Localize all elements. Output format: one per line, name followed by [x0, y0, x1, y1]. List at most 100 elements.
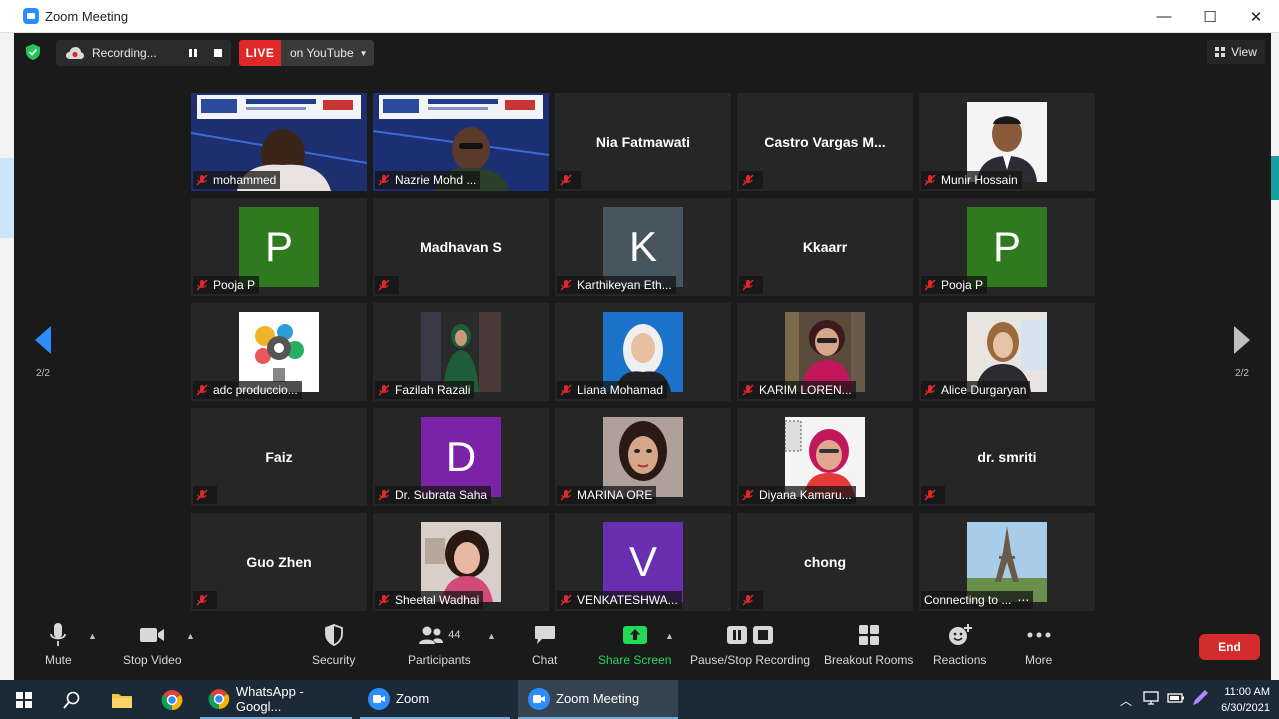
muted-mic-icon: [196, 594, 208, 606]
previous-page-button[interactable]: 2/2: [28, 302, 58, 402]
security-shield-icon[interactable]: [25, 43, 41, 61]
chat-bubble-icon: [534, 621, 556, 649]
participant-tile[interactable]: Guo Zhen: [191, 513, 367, 611]
audio-options-caret-icon[interactable]: ▲: [88, 631, 97, 641]
participant-tile[interactable]: adc produccio...: [191, 303, 367, 401]
participant-tile[interactable]: Munir Hossain: [919, 93, 1095, 191]
share-screen-button[interactable]: Share Screen: [598, 621, 671, 667]
video-options-caret-icon[interactable]: ▲: [186, 631, 195, 641]
participants-label: Participants: [408, 653, 471, 667]
search-button[interactable]: [56, 680, 88, 719]
mute-button[interactable]: Mute: [45, 621, 72, 667]
participant-tile[interactable]: Nazrie Mohd ...: [373, 93, 549, 191]
participants-options-caret-icon[interactable]: ▲: [487, 631, 496, 641]
participant-tile[interactable]: Madhavan S: [373, 198, 549, 296]
more-options-icon[interactable]: ⋯: [1017, 593, 1029, 607]
participants-button[interactable]: 44 Participants: [408, 621, 471, 667]
participant-tile[interactable]: Kkaarr: [737, 198, 913, 296]
participant-tile[interactable]: Sheetal Wadhai: [373, 513, 549, 611]
participant-tile[interactable]: Diyana Kamaru...: [737, 408, 913, 506]
muted-mic-icon: [378, 279, 390, 291]
muted-mic-icon: [742, 279, 754, 291]
live-badge: LIVE: [239, 40, 281, 66]
participant-tile[interactable]: chong: [737, 513, 913, 611]
chrome-button[interactable]: [154, 680, 190, 719]
start-button[interactable]: [8, 680, 40, 719]
pause-stop-recording-button[interactable]: Pause/Stop Recording: [690, 621, 810, 667]
participant-name-label: VENKATESHWA...: [557, 591, 682, 609]
participant-name-label: [193, 591, 217, 609]
participant-name-label: [193, 486, 217, 504]
muted-mic-icon: [924, 384, 936, 396]
end-meeting-button[interactable]: End: [1199, 634, 1260, 660]
participant-tile[interactable]: K Karthikeyan Eth...: [555, 198, 731, 296]
participant-name-label: Alice Durgaryan: [921, 381, 1031, 399]
view-button[interactable]: View: [1207, 40, 1265, 64]
close-button[interactable]: ✕: [1233, 0, 1279, 33]
zoom-window: Zoom Meeting — ☐ ✕ Recording... LIVE on …: [0, 0, 1279, 719]
participant-avatar: K: [603, 207, 683, 287]
muted-mic-icon: [560, 594, 572, 606]
participant-name-label: KARIM LOREN...: [739, 381, 856, 399]
muted-mic-icon: [196, 489, 208, 501]
network-icon[interactable]: [1143, 690, 1159, 709]
participant-tile[interactable]: mohammed: [191, 93, 367, 191]
participant-tile[interactable]: Connecting to ... ⋯: [919, 513, 1095, 611]
battery-icon[interactable]: [1167, 691, 1185, 708]
participant-tile[interactable]: KARIM LOREN...: [737, 303, 913, 401]
reactions-button[interactable]: Reactions: [933, 621, 986, 667]
participant-name: mohammed: [213, 173, 277, 187]
next-page-button[interactable]: 2/2: [1227, 302, 1257, 402]
windows-taskbar: WhatsApp - Googl... Zoom Zoom Meeting ︿ …: [0, 680, 1279, 719]
pen-icon[interactable]: [1191, 689, 1209, 710]
participant-tile[interactable]: Alice Durgaryan: [919, 303, 1095, 401]
participant-tile[interactable]: Nia Fatmawati: [555, 93, 731, 191]
participant-tile[interactable]: Fazilah Razali: [373, 303, 549, 401]
participant-name-label: Liana Mohamad: [557, 381, 668, 399]
show-hidden-icons-caret[interactable]: ︿: [1120, 692, 1132, 709]
participant-name-label: [375, 276, 399, 294]
zoom-taskbar-item[interactable]: Zoom: [360, 680, 510, 719]
minimize-button[interactable]: —: [1141, 0, 1187, 33]
emoji-plus-icon: [948, 621, 972, 649]
chat-button[interactable]: Chat: [532, 621, 557, 667]
live-platform-dropdown[interactable]: on YouTube ▼: [281, 40, 374, 66]
chrome-icon: [161, 689, 183, 710]
system-clock[interactable]: 11:00 AM 6/30/2021: [1221, 684, 1270, 716]
participant-tile[interactable]: D Dr. Subrata Saha: [373, 408, 549, 506]
participant-tile[interactable]: P Pooja P: [919, 198, 1095, 296]
maximize-button[interactable]: ☐: [1187, 0, 1233, 33]
participant-name-label: [739, 276, 763, 294]
participant-avatar: D: [421, 417, 501, 497]
stop-recording-icon[interactable]: [211, 46, 225, 60]
live-platform-label: on YouTube: [290, 46, 354, 60]
security-button[interactable]: Security: [312, 621, 355, 667]
participant-name-label: Karthikeyan Eth...: [557, 276, 676, 294]
participant-tile[interactable]: Faiz: [191, 408, 367, 506]
participant-tile[interactable]: V VENKATESHWA...: [555, 513, 731, 611]
participant-name-label: Nazrie Mohd ...: [375, 171, 481, 189]
participant-tile[interactable]: Liana Mohamad: [555, 303, 731, 401]
zoom-meeting-taskbar-item[interactable]: Zoom Meeting: [518, 680, 678, 719]
participant-tile[interactable]: MARINA ORE: [555, 408, 731, 506]
participant-photo: [603, 312, 683, 392]
muted-mic-icon: [924, 489, 936, 501]
participant-name-label: Diyana Kamaru...: [739, 486, 856, 504]
recording-status-text: Recording...: [92, 46, 157, 60]
breakout-rooms-button[interactable]: Breakout Rooms: [824, 621, 913, 667]
pause-recording-icon[interactable]: [186, 46, 200, 60]
file-explorer-button[interactable]: [104, 680, 140, 719]
share-options-caret-icon[interactable]: ▲: [665, 631, 674, 641]
participant-photo: [421, 312, 501, 392]
more-button[interactable]: More: [1025, 621, 1052, 667]
stop-video-button[interactable]: Stop Video: [123, 621, 182, 667]
meeting-area: Recording... LIVE on YouTube ▼ View 2/2 …: [14, 33, 1271, 680]
participant-tile[interactable]: dr. smriti: [919, 408, 1095, 506]
zoom-taskbar-label: Zoom: [396, 691, 430, 706]
participant-name: adc produccio...: [213, 383, 298, 397]
participant-tile[interactable]: P Pooja P: [191, 198, 367, 296]
participant-tile[interactable]: Castro Vargas M...: [737, 93, 913, 191]
participant-photo: [967, 522, 1047, 602]
whatsapp-taskbar-item[interactable]: WhatsApp - Googl...: [200, 680, 352, 719]
share-screen-label: Share Screen: [598, 653, 672, 667]
